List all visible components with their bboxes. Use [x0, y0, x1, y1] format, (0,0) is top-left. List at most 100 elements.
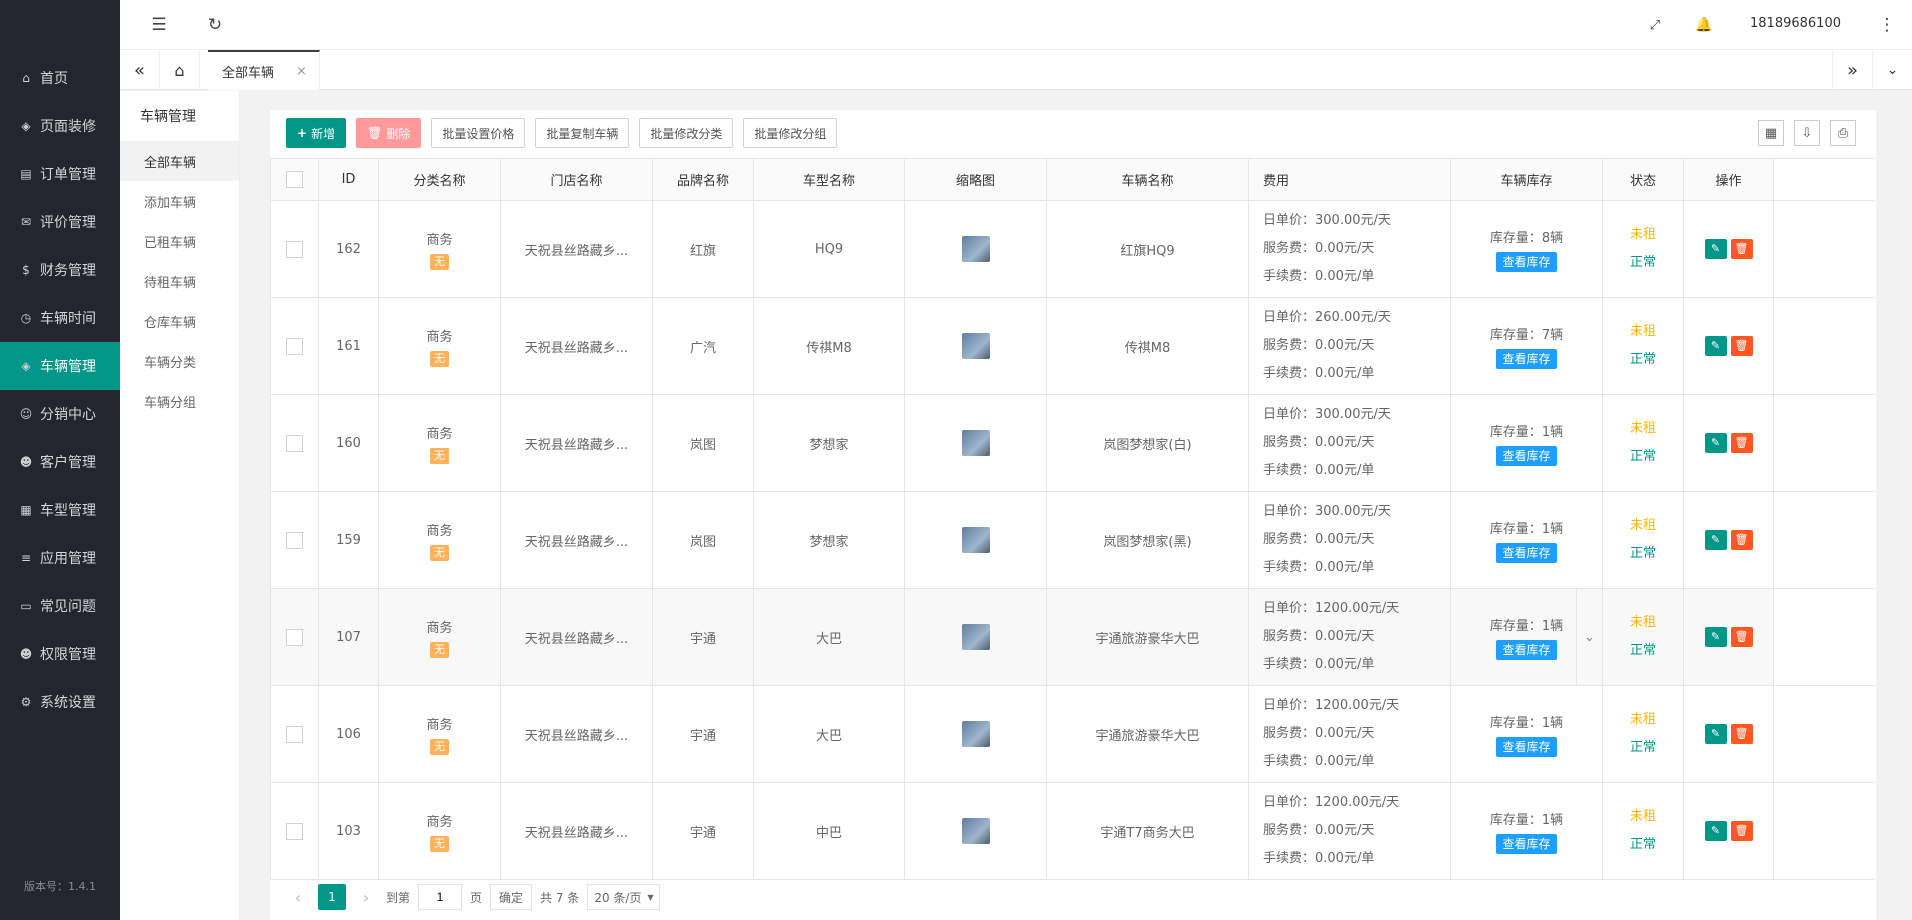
edit-icon[interactable]: ✎: [1704, 433, 1727, 453]
delete-icon[interactable]: 🗑: [1730, 530, 1753, 550]
delete-icon[interactable]: 🗑: [1730, 821, 1753, 841]
cell-spacer: [1773, 394, 1875, 492]
select-all-checkbox[interactable]: [286, 171, 303, 188]
sidebar-item[interactable]: ⌂ 首页: [0, 54, 120, 102]
cell-brand: 宇通: [652, 685, 754, 783]
view-stock-button[interactable]: 查看库存: [1496, 833, 1557, 854]
view-stock-button[interactable]: 查看库存: [1496, 348, 1557, 369]
vehicle-thumbnail[interactable]: [961, 721, 990, 747]
add-button[interactable]: + 新增: [286, 118, 347, 148]
edit-icon[interactable]: ✎: [1704, 627, 1727, 647]
delete-icon[interactable]: 🗑: [1730, 433, 1753, 453]
per-page-select[interactable]: 20 条/页 ▾: [587, 884, 661, 910]
delete-icon[interactable]: 🗑: [1730, 627, 1753, 647]
batch-copy-button[interactable]: 批量复制车辆: [535, 118, 630, 148]
more-vertical-icon[interactable]: ⋮: [1876, 14, 1898, 36]
view-stock-button[interactable]: 查看库存: [1496, 542, 1557, 563]
sidebar-item[interactable]: ✉ 评价管理: [0, 198, 120, 246]
batch-price-button[interactable]: 批量设置价格: [431, 118, 526, 148]
table-row[interactable]: 162 商务无 天祝县丝路藏乡... 红旗 HQ9 红旗HQ9 日单价：300.…: [270, 200, 1875, 298]
sidebar-item[interactable]: ▦ 车型管理: [0, 486, 120, 534]
vehicle-thumbnail[interactable]: [961, 527, 990, 553]
row-checkbox[interactable]: [286, 434, 303, 452]
sidebar-item[interactable]: ▤ 订单管理: [0, 150, 120, 198]
tab-all-vehicles[interactable]: 全部车辆 ×: [208, 50, 320, 90]
home-tab-icon[interactable]: ⌂: [160, 50, 200, 90]
fee-service: 服务费：0.00元/天: [1263, 629, 1375, 644]
user-account[interactable]: 18189686100: [1750, 16, 1841, 31]
row-checkbox[interactable]: [286, 240, 303, 258]
tabs-dropdown-icon[interactable]: ⌄: [1872, 50, 1912, 90]
header-store: 门店名称: [500, 158, 653, 201]
edit-icon[interactable]: ✎: [1704, 821, 1727, 841]
submenu-item[interactable]: 仓库车辆: [120, 301, 239, 341]
vehicle-thumbnail[interactable]: [961, 430, 990, 456]
delete-icon[interactable]: 🗑: [1730, 239, 1753, 259]
table-row[interactable]: 106 商务无 天祝县丝路藏乡... 宇通 大巴 宇通旅游豪华大巴 日单价：12…: [270, 685, 1875, 783]
page-input[interactable]: [418, 884, 463, 910]
columns-filter-icon[interactable]: ▦: [1758, 120, 1784, 146]
view-stock-button[interactable]: 查看库存: [1496, 736, 1557, 757]
tabs-scroll-right-icon[interactable]: »: [1832, 50, 1872, 90]
row-checkbox[interactable]: [286, 628, 303, 646]
confirm-page-button[interactable]: 确定: [490, 884, 533, 910]
table-row[interactable]: 107 商务无 天祝县丝路藏乡... 宇通 大巴 宇通旅游豪华大巴 日单价：12…: [270, 588, 1875, 686]
view-stock-button[interactable]: 查看库存: [1496, 639, 1557, 660]
vehicle-thumbnail[interactable]: [961, 624, 990, 650]
refresh-icon[interactable]: ↻: [204, 14, 226, 36]
cell-status: 未租 正常: [1602, 588, 1684, 686]
menu-fold-icon[interactable]: ☰: [148, 14, 170, 36]
delete-icon[interactable]: 🗑: [1730, 724, 1753, 744]
delete-icon[interactable]: 🗑: [1730, 336, 1753, 356]
vehicle-thumbnail[interactable]: [961, 818, 990, 844]
sidebar-item[interactable]: ☻ 客户管理: [0, 438, 120, 486]
delete-button[interactable]: 🗑 删除: [356, 118, 422, 148]
sidebar-item[interactable]: ◷ 车辆时间: [0, 294, 120, 342]
edit-icon[interactable]: ✎: [1704, 239, 1727, 259]
fullscreen-icon[interactable]: ⤢: [1644, 14, 1666, 36]
cell-brand: 岚图: [652, 491, 754, 589]
export-icon[interactable]: ⇩: [1794, 120, 1820, 146]
vehicle-thumbnail[interactable]: [961, 333, 990, 359]
submenu-item[interactable]: 已租车辆: [120, 221, 239, 261]
bell-icon[interactable]: 🔔: [1693, 14, 1715, 36]
prev-page-icon[interactable]: ‹: [286, 888, 310, 907]
submenu-item[interactable]: 添加车辆: [120, 181, 239, 221]
batch-category-button[interactable]: 批量修改分类: [639, 118, 734, 148]
row-checkbox[interactable]: [286, 725, 303, 743]
batch-group-button[interactable]: 批量修改分组: [743, 118, 838, 148]
edit-icon[interactable]: ✎: [1704, 724, 1727, 744]
sidebar-item[interactable]: ⚙ 系统设置: [0, 678, 120, 726]
row-checkbox[interactable]: [286, 337, 303, 355]
sidebar-item[interactable]: ☻ 权限管理: [0, 630, 120, 678]
sidebar-item[interactable]: ≡ 应用管理: [0, 534, 120, 582]
table-row[interactable]: 161 商务无 天祝县丝路藏乡... 广汽 传祺M8 传祺M8 日单价：260.…: [270, 297, 1875, 395]
sidebar-item[interactable]: ◈ 页面装修: [0, 102, 120, 150]
sidebar-item[interactable]: ◈ 车辆管理: [0, 342, 120, 390]
edit-icon[interactable]: ✎: [1704, 530, 1727, 550]
sidebar-item[interactable]: ▭ 常见问题: [0, 582, 120, 630]
edit-icon[interactable]: ✎: [1704, 336, 1727, 356]
expand-chevron-icon[interactable]: ⌄: [1576, 589, 1602, 685]
row-checkbox[interactable]: [286, 822, 303, 840]
sidebar-item[interactable]: ☺ 分销中心: [0, 390, 120, 438]
submenu-item[interactable]: 待租车辆: [120, 261, 239, 301]
tab-close-icon[interactable]: ×: [296, 64, 307, 79]
submenu-item[interactable]: 全部车辆: [120, 141, 239, 181]
table-row[interactable]: 103 商务无 天祝县丝路藏乡... 宇通 中巴 宇通T7商务大巴 日单价：12…: [270, 782, 1875, 880]
submenu-item[interactable]: 车辆分类: [120, 341, 239, 381]
vehicle-thumbnail[interactable]: [961, 236, 990, 262]
table-row[interactable]: 160 商务无 天祝县丝路藏乡... 岚图 梦想家 岚图梦想家(白) 日单价：3…: [270, 394, 1875, 492]
submenu-item[interactable]: 车辆分组: [120, 381, 239, 421]
top-header: ☰ ↻ ⤢ 🔔 18189686100 ⋮: [120, 0, 1912, 50]
sidebar-item[interactable]: $ 财务管理: [0, 246, 120, 294]
print-icon[interactable]: ⎙: [1830, 120, 1856, 146]
view-stock-button[interactable]: 查看库存: [1496, 445, 1557, 466]
next-page-icon[interactable]: ›: [354, 888, 378, 907]
row-checkbox[interactable]: [286, 531, 303, 549]
table-row[interactable]: 159 商务无 天祝县丝路藏乡... 岚图 梦想家 岚图梦想家(黑) 日单价：3…: [270, 491, 1875, 589]
current-page[interactable]: 1: [318, 884, 346, 910]
cell-status: 未租 正常: [1602, 297, 1684, 395]
view-stock-button[interactable]: 查看库存: [1496, 251, 1557, 272]
tabs-scroll-left-icon[interactable]: «: [120, 50, 160, 90]
